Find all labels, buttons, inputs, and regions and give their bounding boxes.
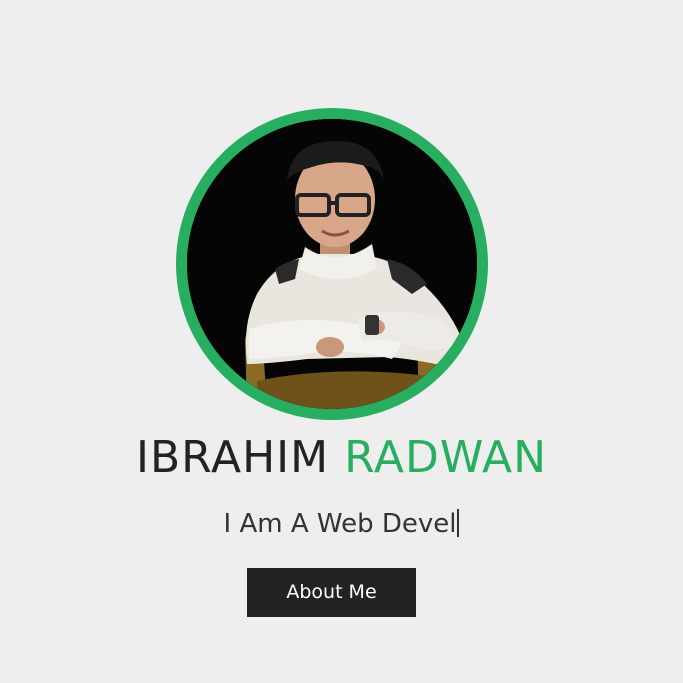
- hero-name: IBRAHIM RADWAN: [0, 430, 683, 486]
- profile-photo: [187, 119, 477, 409]
- profile-photo-frame: [176, 108, 488, 420]
- about-me-button[interactable]: About Me: [247, 568, 416, 617]
- tagline-text: I Am A Web Devel: [223, 509, 457, 539]
- first-name: IBRAHIM: [136, 432, 330, 483]
- portrait-illustration: [187, 119, 477, 409]
- hero-section: IBRAHIM RADWAN I Am A Web Devel About Me: [0, 0, 683, 683]
- last-name: RADWAN: [344, 432, 547, 483]
- typing-cursor: [457, 509, 460, 537]
- typed-tagline: I Am A Web Devel: [0, 506, 683, 542]
